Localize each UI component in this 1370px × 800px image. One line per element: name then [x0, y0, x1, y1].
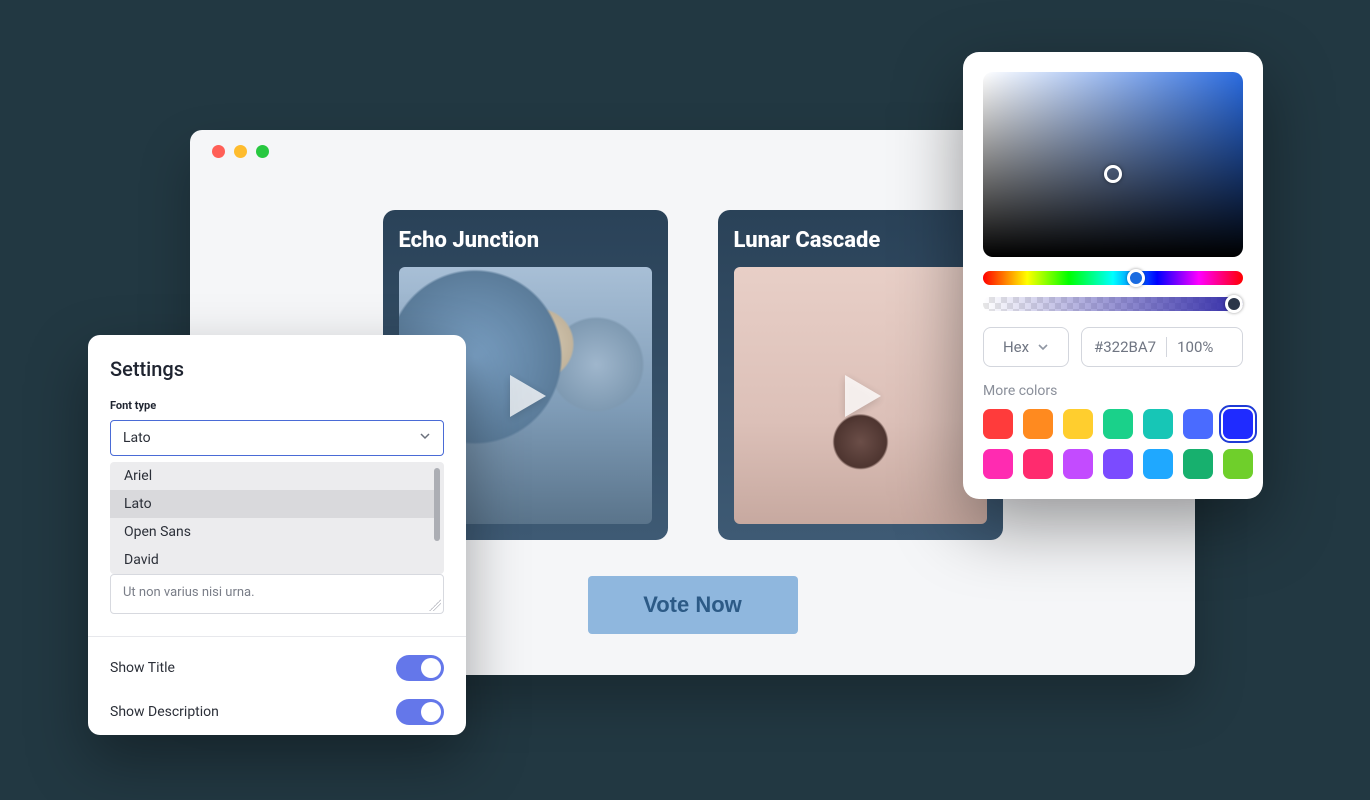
- traffic-close-icon[interactable]: [212, 145, 225, 158]
- resize-handle-icon[interactable]: [429, 599, 441, 611]
- video-thumbnail[interactable]: [734, 267, 987, 524]
- chevron-down-icon: [419, 430, 431, 446]
- swatch-4[interactable]: [1143, 409, 1173, 439]
- chevron-down-icon: [1037, 341, 1049, 353]
- hex-row: Hex #322BA7 100%: [983, 327, 1243, 367]
- alpha-slider[interactable]: [983, 297, 1243, 311]
- swatch-1[interactable]: [1023, 409, 1053, 439]
- swatch-6[interactable]: [1223, 409, 1253, 439]
- swatch-13[interactable]: [1223, 449, 1253, 479]
- traffic-maximize-icon[interactable]: [256, 145, 269, 158]
- sv-cursor[interactable]: [1104, 165, 1122, 183]
- swatch-3[interactable]: [1103, 409, 1133, 439]
- hex-value: #322BA7: [1094, 338, 1156, 356]
- swatch-12[interactable]: [1183, 449, 1213, 479]
- hex-input[interactable]: #322BA7 100%: [1081, 327, 1243, 367]
- play-icon[interactable]: [821, 357, 899, 435]
- traffic-minimize-icon[interactable]: [234, 145, 247, 158]
- font-option-open-sans[interactable]: Open Sans: [110, 518, 438, 546]
- separator: [1166, 337, 1167, 357]
- color-format-select[interactable]: Hex: [983, 327, 1069, 367]
- vote-now-button[interactable]: Vote Now: [588, 576, 798, 634]
- font-option-lato[interactable]: Lato: [110, 490, 438, 518]
- swatch-11[interactable]: [1143, 449, 1173, 479]
- show-title-toggle[interactable]: [396, 655, 444, 681]
- alpha-value: 100%: [1177, 338, 1213, 356]
- video-card-2[interactable]: Lunar Cascade: [718, 210, 1003, 540]
- font-option-david[interactable]: David: [110, 546, 438, 574]
- video-card-title: Echo Junction: [399, 228, 652, 253]
- swatch-10[interactable]: [1103, 449, 1133, 479]
- description-textarea[interactable]: Ut non varius nisi urna.: [110, 574, 444, 614]
- swatch-8[interactable]: [1023, 449, 1053, 479]
- alpha-knob[interactable]: [1225, 295, 1243, 313]
- font-type-selected: Lato: [123, 430, 151, 446]
- swatch-0[interactable]: [983, 409, 1013, 439]
- saturation-value-picker[interactable]: [983, 72, 1243, 257]
- swatch-2[interactable]: [1063, 409, 1093, 439]
- color-picker-panel: Hex #322BA7 100% More colors: [963, 52, 1263, 499]
- font-type-label: Font type: [110, 399, 444, 412]
- show-description-toggle[interactable]: [396, 699, 444, 725]
- hue-knob[interactable]: [1127, 269, 1145, 287]
- swatch-7[interactable]: [983, 449, 1013, 479]
- play-icon[interactable]: [486, 357, 564, 435]
- show-title-row: Show Title: [110, 637, 444, 699]
- show-description-label: Show Description: [110, 704, 219, 720]
- swatch-9[interactable]: [1063, 449, 1093, 479]
- more-colors-label: More colors: [983, 383, 1243, 399]
- settings-panel: Settings Font type Lato Ariel Lato Open …: [88, 335, 466, 735]
- show-title-label: Show Title: [110, 660, 175, 676]
- hue-slider[interactable]: [983, 271, 1243, 285]
- swatch-grid: [983, 409, 1243, 479]
- font-type-dropdown: Ariel Lato Open Sans David: [110, 462, 444, 574]
- video-card-title: Lunar Cascade: [734, 228, 987, 253]
- swatch-5[interactable]: [1183, 409, 1213, 439]
- show-description-row: Show Description: [110, 699, 444, 743]
- font-type-select[interactable]: Lato: [110, 420, 444, 456]
- settings-heading: Settings: [110, 357, 444, 381]
- dropdown-scrollbar[interactable]: [434, 468, 440, 541]
- font-option-ariel[interactable]: Ariel: [110, 462, 438, 490]
- color-format-label: Hex: [1003, 338, 1029, 356]
- description-value: Ut non varius nisi urna.: [123, 585, 255, 600]
